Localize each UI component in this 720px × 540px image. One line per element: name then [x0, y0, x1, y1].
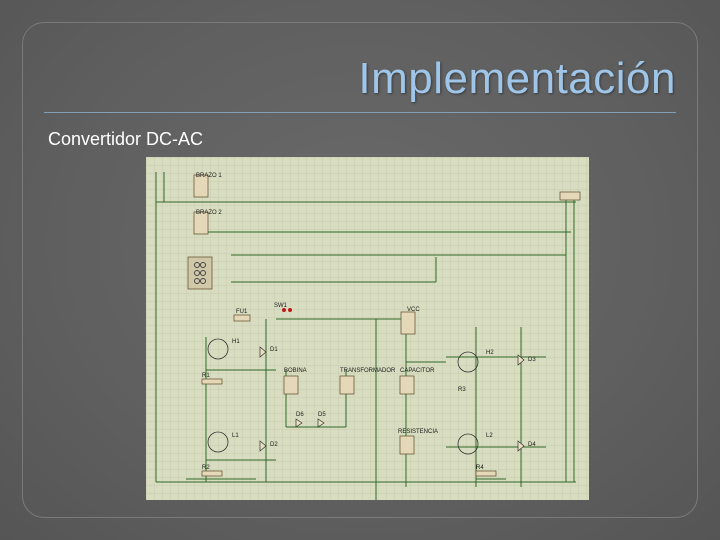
slide-title: Implementación — [358, 54, 676, 103]
title-divider — [44, 112, 676, 113]
label-d1: D1 — [270, 347, 278, 353]
circuit-schematic-image: BRAZO 1 BRAZO 2 FU1 SW1 VCC H1 L1 H2 L2 — [146, 157, 589, 500]
label-d5: D5 — [318, 412, 326, 418]
label-sw1: SW1 — [274, 303, 288, 309]
label-d6: D6 — [296, 412, 304, 418]
label-vcc: VCC — [407, 307, 420, 313]
label-l2: L2 — [486, 433, 493, 439]
label-r2: R2 — [202, 465, 210, 471]
label-resistencia: RESISTENCIA — [398, 429, 438, 435]
label-d2: D2 — [270, 442, 278, 448]
label-h2: H2 — [486, 350, 494, 356]
label-r4: R4 — [476, 465, 484, 471]
label-transformador: TRANSFORMADOR — [340, 368, 396, 374]
label-capacitor: CAPACITOR — [400, 368, 435, 374]
label-fu1: FU1 — [236, 309, 248, 315]
label-bobina: BOBINA — [284, 368, 307, 374]
slide-subtitle: Convertidor DC-AC — [48, 129, 204, 149]
label-r1: R1 — [202, 373, 210, 379]
slide: Implementación Convertidor DC-AC BRAZO 1… — [0, 0, 720, 540]
label-brazo2: BRAZO 2 — [196, 210, 222, 216]
label-d4: D4 — [528, 442, 536, 448]
label-h1: H1 — [232, 339, 240, 345]
label-brazo1: BRAZO 1 — [196, 173, 222, 179]
schematic-drawing: BRAZO 1 BRAZO 2 FU1 SW1 VCC H1 L1 H2 L2 — [146, 157, 589, 500]
label-r3: R3 — [458, 387, 466, 393]
label-d3: D3 — [528, 357, 536, 363]
label-l1: L1 — [232, 433, 239, 439]
